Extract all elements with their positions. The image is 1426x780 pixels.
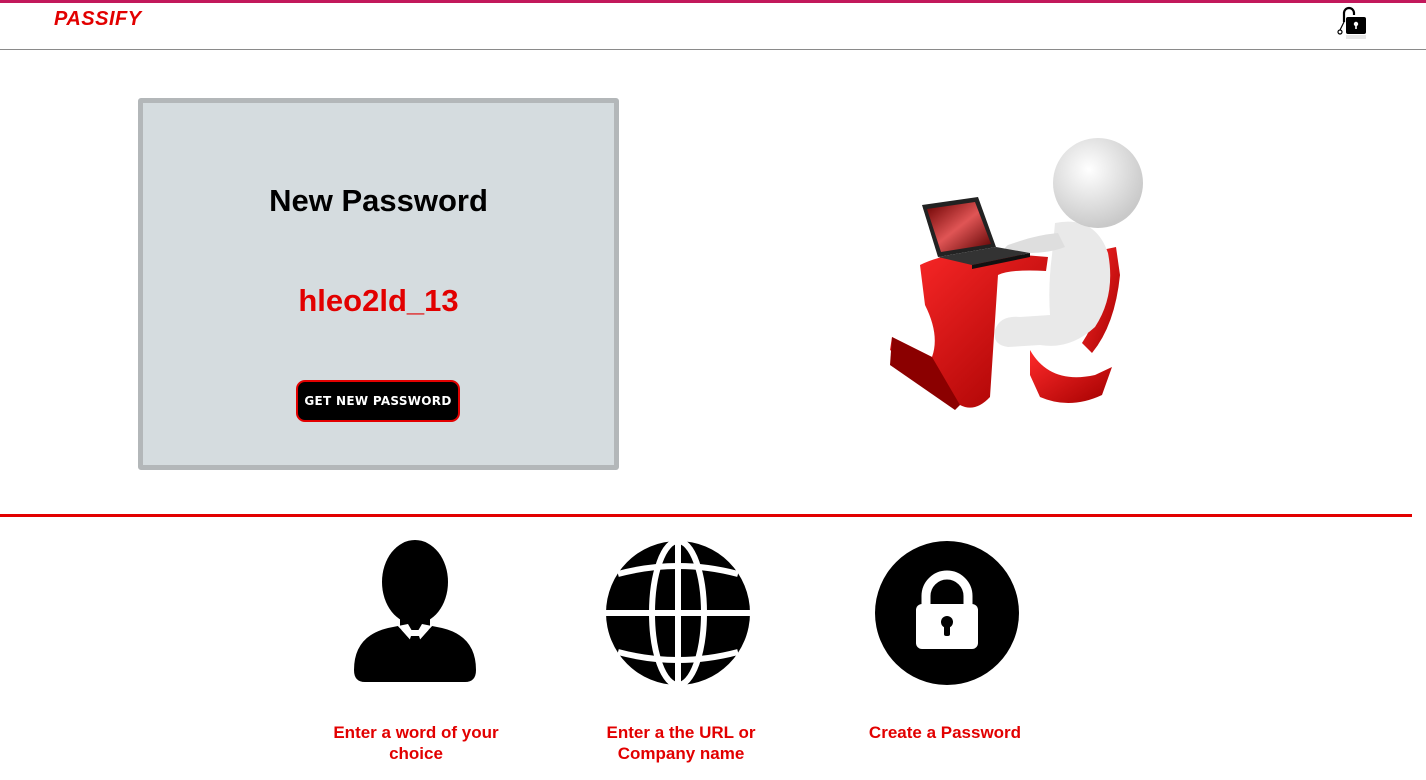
get-new-password-button[interactable]: GET NEW PASSWORD [296,380,460,422]
user-icon [354,540,476,682]
lock-icon[interactable] [1335,5,1371,41]
page: PASSIFY New Password hleo2ld_13 GET NEW … [0,0,1426,780]
feature-label-url: Enter a the URL or Company name [606,723,756,763]
password-card: New Password hleo2ld_13 GET NEW PASSWORD [138,98,619,470]
lock-icon [875,541,1019,685]
section-divider [0,514,1412,517]
feature-label-word: Enter a word of your choice [333,723,499,763]
generated-password: hleo2ld_13 [298,283,459,318]
feature-label-create: Create a Password [868,723,1022,742]
person-at-laptop-illustration [890,138,1143,410]
top-header: PASSIFY [0,0,1426,50]
globe-icon [606,540,750,686]
brand-logo-link[interactable]: PASSIFY [54,8,142,31]
card-title: New Password [269,183,488,218]
